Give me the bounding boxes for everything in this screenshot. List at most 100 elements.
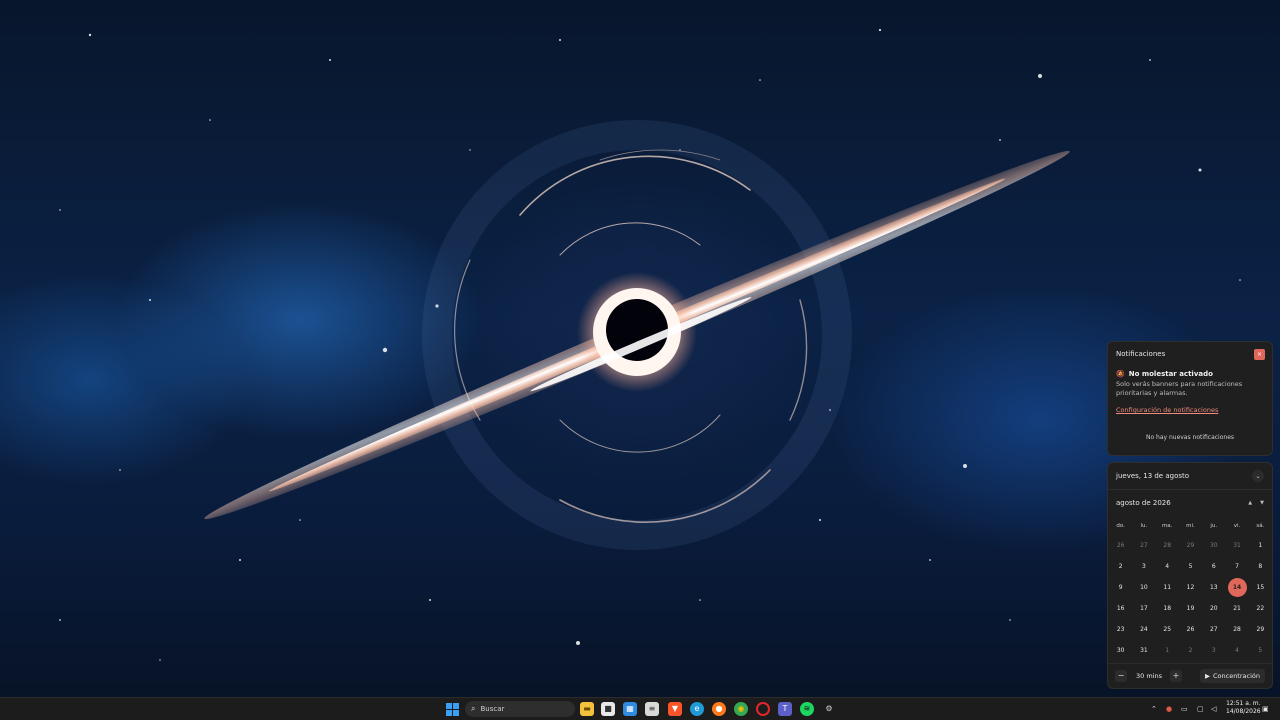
- calendar-day[interactable]: 30: [1109, 640, 1132, 661]
- clock-time: 12:51 a. m.: [1226, 700, 1261, 707]
- notification-bell-icon[interactable]: ▣: [1262, 703, 1269, 715]
- calendar-day[interactable]: 31: [1225, 535, 1248, 556]
- calendar-day[interactable]: 8: [1249, 556, 1272, 577]
- calendar-grid: 26 27 28 29 30 31 1 2 3 4 5 6 7 8 9 10 11 12 13 14 15 16 17 18 1…: [1108, 535, 1272, 661]
- calendar-day[interactable]: 28: [1156, 535, 1179, 556]
- calendar-day[interactable]: 7: [1225, 556, 1248, 577]
- chevron-down-icon[interactable]: ⌄: [1252, 470, 1264, 482]
- chrome-icon[interactable]: ◉: [734, 702, 748, 716]
- calendar-day[interactable]: 14: [1225, 577, 1248, 598]
- desktop-wallpaper: [0, 0, 1280, 697]
- calendar-day[interactable]: 29: [1179, 535, 1202, 556]
- weekday-label: lu.: [1140, 523, 1148, 529]
- file-explorer-icon[interactable]: ▬: [580, 702, 594, 716]
- weekday-label: ju.: [1210, 523, 1218, 529]
- taskbar-clock[interactable]: 12:51 a. m. 14/08/2026: [1226, 700, 1261, 716]
- taskbar-search-input[interactable]: ⌕ Buscar: [465, 701, 575, 717]
- focus-duration: 30 mins: [1136, 672, 1162, 680]
- calendar-day[interactable]: 26: [1109, 535, 1132, 556]
- calculator-icon[interactable]: ▦: [623, 702, 637, 716]
- start-focus-button[interactable]: ▶ Concentración: [1199, 669, 1265, 683]
- calendar-day[interactable]: 21: [1225, 598, 1248, 619]
- calendar-day[interactable]: 3: [1132, 556, 1155, 577]
- calendar-day[interactable]: 25: [1156, 619, 1179, 640]
- calendar-day[interactable]: 13: [1202, 577, 1225, 598]
- calendar-day[interactable]: 6: [1202, 556, 1225, 577]
- calendar-day[interactable]: 1: [1156, 640, 1179, 661]
- windows-start-icon[interactable]: [445, 702, 459, 716]
- month-navigation: agosto de 2026 ▲ ▼: [1108, 490, 1272, 515]
- notification-center: Notificaciones × 🔕 No molestar activado …: [1107, 341, 1273, 456]
- calendar-day[interactable]: 17: [1132, 598, 1155, 619]
- calendar-day[interactable]: 27: [1132, 535, 1155, 556]
- calendar-day[interactable]: 20: [1202, 598, 1225, 619]
- notepad-icon[interactable]: ≡: [645, 702, 659, 716]
- next-month-icon[interactable]: ▼: [1260, 500, 1264, 506]
- notification-settings-link[interactable]: Configuración de notificaciones: [1116, 406, 1264, 414]
- clear-notifications-button[interactable]: ×: [1254, 349, 1265, 360]
- calendar-day[interactable]: 10: [1132, 577, 1155, 598]
- calendar-header: jueves, 13 de agosto ⌄: [1108, 463, 1272, 490]
- calendar-day[interactable]: 19: [1179, 598, 1202, 619]
- calendar-day[interactable]: 26: [1179, 619, 1202, 640]
- calendar-day[interactable]: 9: [1109, 577, 1132, 598]
- calendar-day[interactable]: 12: [1179, 577, 1202, 598]
- calendar-day[interactable]: 16: [1109, 598, 1132, 619]
- calendar-week-row: 23 24 25 26 27 28 29: [1108, 619, 1272, 640]
- calendar-day[interactable]: 29: [1249, 619, 1272, 640]
- month-label[interactable]: agosto de 2026: [1116, 499, 1171, 507]
- weekday-label: mi.: [1186, 523, 1195, 529]
- keyboard-icon[interactable]: ▭: [1181, 703, 1188, 715]
- calendar-day[interactable]: 3: [1202, 640, 1225, 661]
- calendar-day[interactable]: 18: [1156, 598, 1179, 619]
- previous-month-icon[interactable]: ▲: [1248, 500, 1252, 506]
- settings-gear-icon[interactable]: ⚙: [822, 702, 836, 716]
- calendar-day[interactable]: 30: [1202, 535, 1225, 556]
- calendar-full-date: jueves, 13 de agosto: [1116, 472, 1190, 480]
- calendar-week-row: 16 17 18 19 20 21 22: [1108, 598, 1272, 619]
- clock-date: 14/08/2026: [1226, 708, 1261, 715]
- calendar-day[interactable]: 24: [1132, 619, 1155, 640]
- calendar-day[interactable]: 1: [1249, 535, 1272, 556]
- opera-icon[interactable]: [756, 702, 770, 716]
- teams-icon[interactable]: T: [778, 702, 792, 716]
- spotify-icon[interactable]: ≋: [800, 702, 814, 716]
- brave-browser-icon[interactable]: ▼: [668, 702, 682, 716]
- calendar-day[interactable]: 4: [1225, 640, 1248, 661]
- calendar-day[interactable]: 27: [1202, 619, 1225, 640]
- calendar-week-row: 26 27 28 29 30 31 1: [1108, 535, 1272, 556]
- focus-button-label: Concentración: [1212, 672, 1260, 680]
- dnd-description: Solo verás banners para notificaciones p…: [1116, 380, 1243, 397]
- calendar-day[interactable]: 2: [1179, 640, 1202, 661]
- notifications-title: Notificaciones: [1116, 350, 1166, 358]
- weekday-label: do.: [1116, 523, 1125, 529]
- decrease-focus-time-button[interactable]: −: [1115, 670, 1127, 682]
- calendar-week-row: 9 10 11 12 13 14 15: [1108, 577, 1272, 598]
- calendar-day[interactable]: 2: [1109, 556, 1132, 577]
- edge-browser-icon[interactable]: e: [690, 702, 704, 716]
- increase-focus-time-button[interactable]: +: [1169, 670, 1182, 682]
- calendar-day[interactable]: 28: [1225, 619, 1248, 640]
- microphone-icon[interactable]: ●: [1166, 703, 1172, 715]
- calendar-day[interactable]: 15: [1249, 577, 1272, 598]
- calendar-day[interactable]: 5: [1249, 640, 1272, 661]
- calendar-week-row: 2345678: [1108, 556, 1272, 577]
- black-hole-artwork: [59, 28, 1241, 661]
- volume-icon[interactable]: ◁: [1211, 703, 1216, 715]
- focus-session-bar: − 30 mins + ▶ Concentración: [1108, 663, 1272, 688]
- taskbar: ⌕ Buscar ▬ ■ ▦ ≡ ▼ e ● ◉ T ≋ ⚙ ⌃ ● ▭ ▢ ◁…: [0, 697, 1280, 720]
- calendar-day[interactable]: 23: [1109, 619, 1132, 640]
- calendar-week-row: 30 31 1 2 3 4 5: [1108, 640, 1272, 661]
- search-icon: ⌕: [471, 704, 476, 713]
- calendar-day[interactable]: 22: [1249, 598, 1272, 619]
- calendar-day[interactable]: 4: [1156, 556, 1179, 577]
- calendar-day[interactable]: 5: [1179, 556, 1202, 577]
- weekday-label: vi.: [1233, 523, 1241, 529]
- firefox-icon[interactable]: ●: [712, 702, 726, 716]
- empty-notifications-message: No hay nuevas notificaciones: [1145, 434, 1235, 441]
- chevron-up-icon[interactable]: ⌃: [1151, 703, 1157, 715]
- calendar-day[interactable]: 11: [1156, 577, 1179, 598]
- calendar-day[interactable]: 31: [1132, 640, 1155, 661]
- store-icon[interactable]: ■: [601, 702, 615, 716]
- monitor-icon[interactable]: ▢: [1197, 703, 1204, 715]
